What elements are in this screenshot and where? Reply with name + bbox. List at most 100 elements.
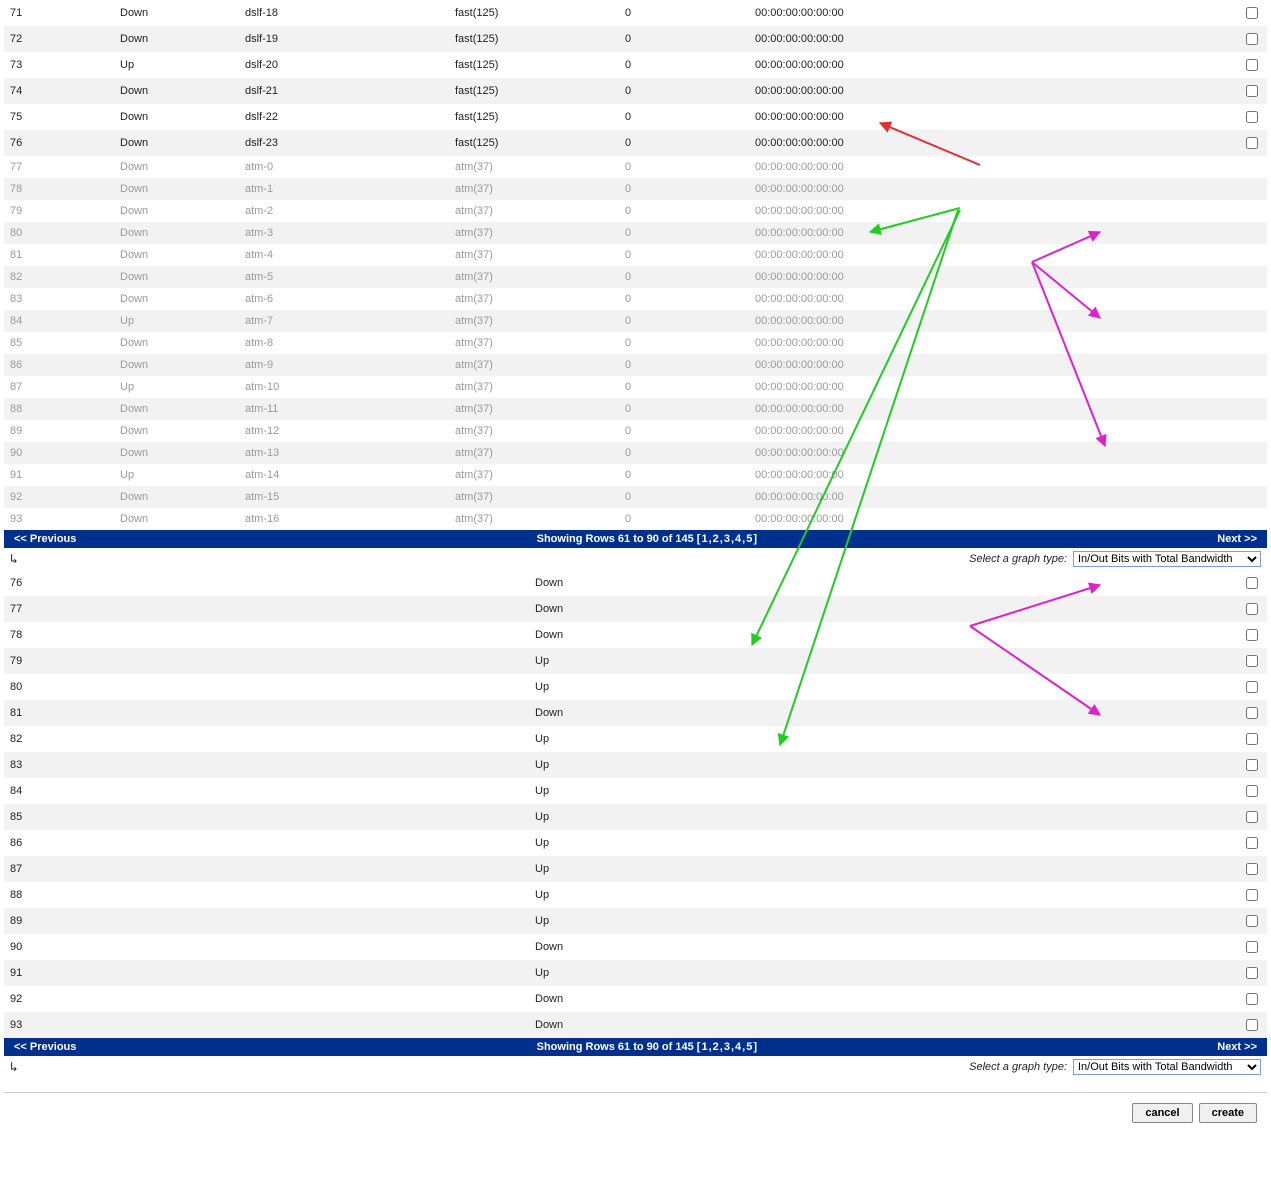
row-checkbox[interactable]: [1246, 811, 1258, 823]
cell-index: 71: [4, 0, 114, 26]
return-icon: ↳: [10, 1060, 18, 1075]
cancel-button[interactable]: cancel: [1132, 1103, 1192, 1123]
row-checkbox[interactable]: [1246, 915, 1258, 927]
table-row: 81Down: [4, 700, 1267, 726]
row-checkbox[interactable]: [1246, 707, 1258, 719]
cell-type: atm(37): [449, 288, 619, 310]
page-number-link[interactable]: 4: [735, 1041, 741, 1053]
row-checkbox[interactable]: [1246, 837, 1258, 849]
cell-index: 77: [4, 596, 529, 622]
page-number-link[interactable]: 5: [746, 533, 752, 545]
row-checkbox[interactable]: [1246, 577, 1258, 589]
cell-checkbox: [1039, 508, 1267, 530]
cell-status: Down: [114, 486, 239, 508]
cell-index: 80: [4, 674, 529, 700]
cell-checkbox: [1039, 178, 1267, 200]
table-row: 80Up: [4, 674, 1267, 700]
row-checkbox[interactable]: [1246, 111, 1258, 123]
table-row: 72Downdslf-19fast(125)000:00:00:00:00:00: [4, 26, 1267, 52]
cell-status: Down: [114, 398, 239, 420]
row-checkbox[interactable]: [1246, 993, 1258, 1005]
page-number-link[interactable]: 2: [713, 1041, 719, 1053]
cell-checkbox: [1089, 934, 1267, 960]
row-checkbox[interactable]: [1246, 681, 1258, 693]
page-number-link[interactable]: 1: [701, 1041, 707, 1053]
row-checkbox[interactable]: [1246, 603, 1258, 615]
table-row: 79Up: [4, 648, 1267, 674]
cell-index: 77: [4, 156, 114, 178]
next-link[interactable]: Next >>: [1217, 1041, 1257, 1053]
cell-type: atm(37): [449, 266, 619, 288]
cell-type: fast(125): [449, 0, 619, 26]
row-checkbox[interactable]: [1246, 137, 1258, 149]
cell-number: 0: [619, 222, 749, 244]
cell-number: 0: [619, 420, 749, 442]
cell-checkbox: [1089, 830, 1267, 856]
cell-number: 0: [619, 156, 749, 178]
row-checkbox[interactable]: [1246, 33, 1258, 45]
cell-time: 00:00:00:00:00:00: [749, 178, 1039, 200]
page-number-link[interactable]: 4: [735, 533, 741, 545]
row-checkbox[interactable]: [1246, 59, 1258, 71]
cell-status: Down: [529, 570, 1089, 596]
create-button[interactable]: create: [1199, 1103, 1257, 1123]
cell-index: 90: [4, 442, 114, 464]
cell-type: atm(37): [449, 486, 619, 508]
row-checkbox[interactable]: [1246, 629, 1258, 641]
table-row: 88Up: [4, 882, 1267, 908]
table-row: 78Down: [4, 622, 1267, 648]
page-number-link[interactable]: 1: [701, 533, 707, 545]
row-checkbox[interactable]: [1246, 1019, 1258, 1031]
graph-type-label: Select a graph type:: [969, 553, 1067, 565]
row-checkbox[interactable]: [1246, 759, 1258, 771]
next-link[interactable]: Next >>: [1217, 533, 1257, 545]
row-checkbox[interactable]: [1246, 785, 1258, 797]
cell-checkbox: [1039, 332, 1267, 354]
cell-index: 93: [4, 1012, 529, 1038]
cell-checkbox: [1089, 596, 1267, 622]
row-checkbox[interactable]: [1246, 863, 1258, 875]
graph-type-select[interactable]: In/Out Bits with Total Bandwidth: [1073, 1059, 1261, 1075]
cell-status: Up: [529, 778, 1089, 804]
page-number-link[interactable]: 5: [746, 1041, 752, 1053]
cell-checkbox: [1039, 104, 1267, 130]
row-checkbox[interactable]: [1246, 967, 1258, 979]
table-row: 79Downatm-2atm(37)000:00:00:00:00:00: [4, 200, 1267, 222]
cell-status: Down: [114, 130, 239, 156]
cell-time: 00:00:00:00:00:00: [749, 310, 1039, 332]
prev-link[interactable]: << Previous: [14, 533, 76, 545]
graph-toolbar: ↳ Select a graph type: In/Out Bits with …: [0, 548, 1271, 570]
row-checkbox[interactable]: [1246, 941, 1258, 953]
cell-status: Down: [529, 934, 1089, 960]
page-number-link[interactable]: 2: [713, 533, 719, 545]
row-checkbox[interactable]: [1246, 7, 1258, 19]
graph-type-select[interactable]: In/Out Bits with Total Bandwidth: [1073, 551, 1261, 567]
cell-index: 75: [4, 104, 114, 130]
prev-link[interactable]: << Previous: [14, 1041, 76, 1053]
table-row: 74Downdslf-21fast(125)000:00:00:00:00:00: [4, 78, 1267, 104]
cell-name: dslf-18: [239, 0, 449, 26]
cell-time: 00:00:00:00:00:00: [749, 222, 1039, 244]
cell-type: atm(37): [449, 200, 619, 222]
row-checkbox[interactable]: [1246, 655, 1258, 667]
cell-time: 00:00:00:00:00:00: [749, 52, 1039, 78]
table-row: 76Downdslf-23fast(125)000:00:00:00:00:00: [4, 130, 1267, 156]
cell-number: 0: [619, 78, 749, 104]
table-row: 77Downatm-0atm(37)000:00:00:00:00:00: [4, 156, 1267, 178]
cell-status: Down: [114, 104, 239, 130]
cell-time: 00:00:00:00:00:00: [749, 464, 1039, 486]
table-row: 92Downatm-15atm(37)000:00:00:00:00:00: [4, 486, 1267, 508]
cell-name: dslf-19: [239, 26, 449, 52]
table-row: 87Upatm-10atm(37)000:00:00:00:00:00: [4, 376, 1267, 398]
row-checkbox[interactable]: [1246, 889, 1258, 901]
cell-index: 83: [4, 752, 529, 778]
row-checkbox[interactable]: [1246, 733, 1258, 745]
cell-index: 82: [4, 266, 114, 288]
cell-number: 0: [619, 332, 749, 354]
cell-checkbox: [1039, 398, 1267, 420]
cell-index: 87: [4, 376, 114, 398]
cell-name: atm-7: [239, 310, 449, 332]
row-checkbox[interactable]: [1246, 85, 1258, 97]
pager-bar: << Previous Showing Rows 61 to 90 of 145…: [4, 530, 1267, 548]
cell-index: 81: [4, 244, 114, 266]
